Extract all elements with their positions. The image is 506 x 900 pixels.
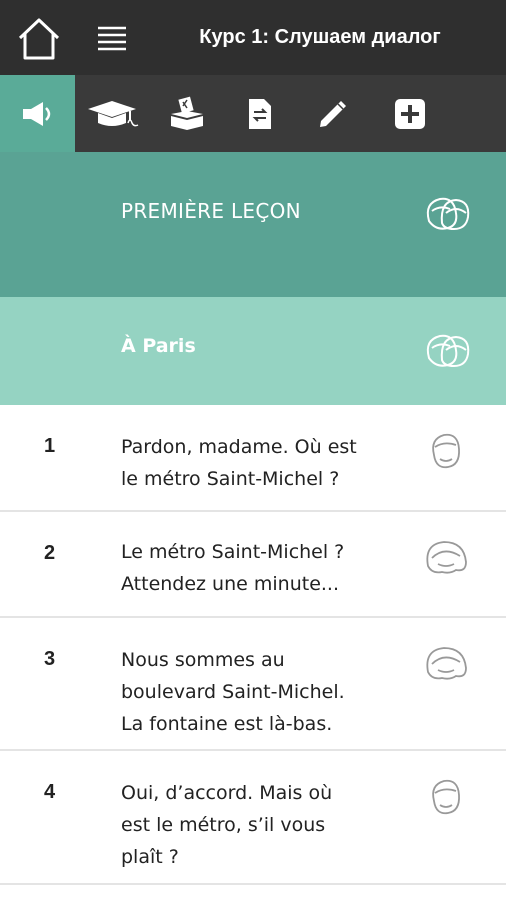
line-number: 1 bbox=[44, 435, 56, 457]
tab-learn[interactable] bbox=[75, 75, 151, 152]
home-icon bbox=[18, 18, 60, 60]
tab-write[interactable] bbox=[297, 75, 369, 152]
home-button[interactable] bbox=[14, 14, 64, 64]
hamburger-menu-icon bbox=[98, 26, 126, 51]
document-swap-icon bbox=[249, 98, 271, 129]
dialogue-row[interactable]: 3 Nous sommes au boulevard Saint-Michel.… bbox=[0, 618, 506, 751]
dialogue-row[interactable]: 4 Oui, d’accord. Mais où est le métro, s… bbox=[0, 751, 506, 885]
lesson-header[interactable]: PREMIÈRE LEÇON bbox=[0, 152, 506, 297]
tab-quiz[interactable] bbox=[151, 75, 223, 152]
plus-box-icon bbox=[395, 98, 425, 129]
line-number: 4 bbox=[44, 781, 56, 803]
line-text-part: La fontaine est là-bas. bbox=[121, 713, 333, 735]
line-text: Le métro Saint-Michel ? Attendez une min… bbox=[121, 536, 411, 600]
line-text-part: Oui, d’accord. Mais où bbox=[121, 782, 333, 804]
line-text-part: Attendez une minute... bbox=[121, 573, 339, 595]
line-text-part: Le métro Saint-Michel ? bbox=[121, 541, 345, 563]
lesson-title: PREMIÈRE LEÇON bbox=[121, 199, 301, 223]
line-text-part: le métro Saint-Michel ? bbox=[121, 468, 340, 490]
section-title: À Paris bbox=[121, 335, 196, 357]
section-header[interactable]: À Paris bbox=[0, 297, 506, 405]
speakers-both-icon[interactable] bbox=[420, 191, 472, 235]
mode-toolbar bbox=[0, 75, 506, 152]
woman-face-icon[interactable] bbox=[420, 640, 472, 684]
line-text-part: boulevard Saint-Michel. bbox=[121, 681, 345, 703]
tab-add[interactable] bbox=[369, 75, 451, 152]
line-text-part: Pardon, madame. Où est bbox=[121, 436, 357, 458]
line-text-part: plaît ? bbox=[121, 846, 179, 868]
tab-translate[interactable] bbox=[223, 75, 297, 152]
graduation-cap-icon bbox=[88, 100, 139, 126]
line-number: 2 bbox=[44, 542, 56, 564]
page-title: Курс 1: Слушаем диалог bbox=[199, 26, 441, 48]
line-text-part: est le métro, s’il vous bbox=[121, 814, 326, 836]
woman-face-icon[interactable] bbox=[420, 534, 472, 578]
pen-icon bbox=[320, 100, 346, 127]
line-number: 3 bbox=[44, 648, 56, 670]
line-text: Oui, d’accord. Mais où est le métro, s’i… bbox=[121, 777, 411, 873]
top-app-bar: Курс 1: Слушаем диалог bbox=[0, 0, 506, 75]
ballot-box-icon bbox=[171, 96, 203, 130]
line-text: Pardon, madame. Où est le métro Saint-Mi… bbox=[121, 431, 411, 495]
man-face-icon[interactable] bbox=[426, 775, 466, 819]
menu-button[interactable] bbox=[94, 22, 130, 56]
tab-listen[interactable] bbox=[0, 75, 75, 152]
line-text-part: Nous sommes au bbox=[121, 649, 285, 671]
speaker-icon bbox=[22, 101, 50, 126]
man-face-icon[interactable] bbox=[426, 429, 466, 473]
speakers-both-icon[interactable] bbox=[420, 328, 472, 372]
line-text: Nous sommes au boulevard Saint-Michel. L… bbox=[121, 644, 411, 740]
dialogue-row[interactable]: 1 Pardon, madame. Où est le métro Saint-… bbox=[0, 405, 506, 512]
dialogue-row[interactable]: 2 Le métro Saint-Michel ? Attendez une m… bbox=[0, 512, 506, 618]
